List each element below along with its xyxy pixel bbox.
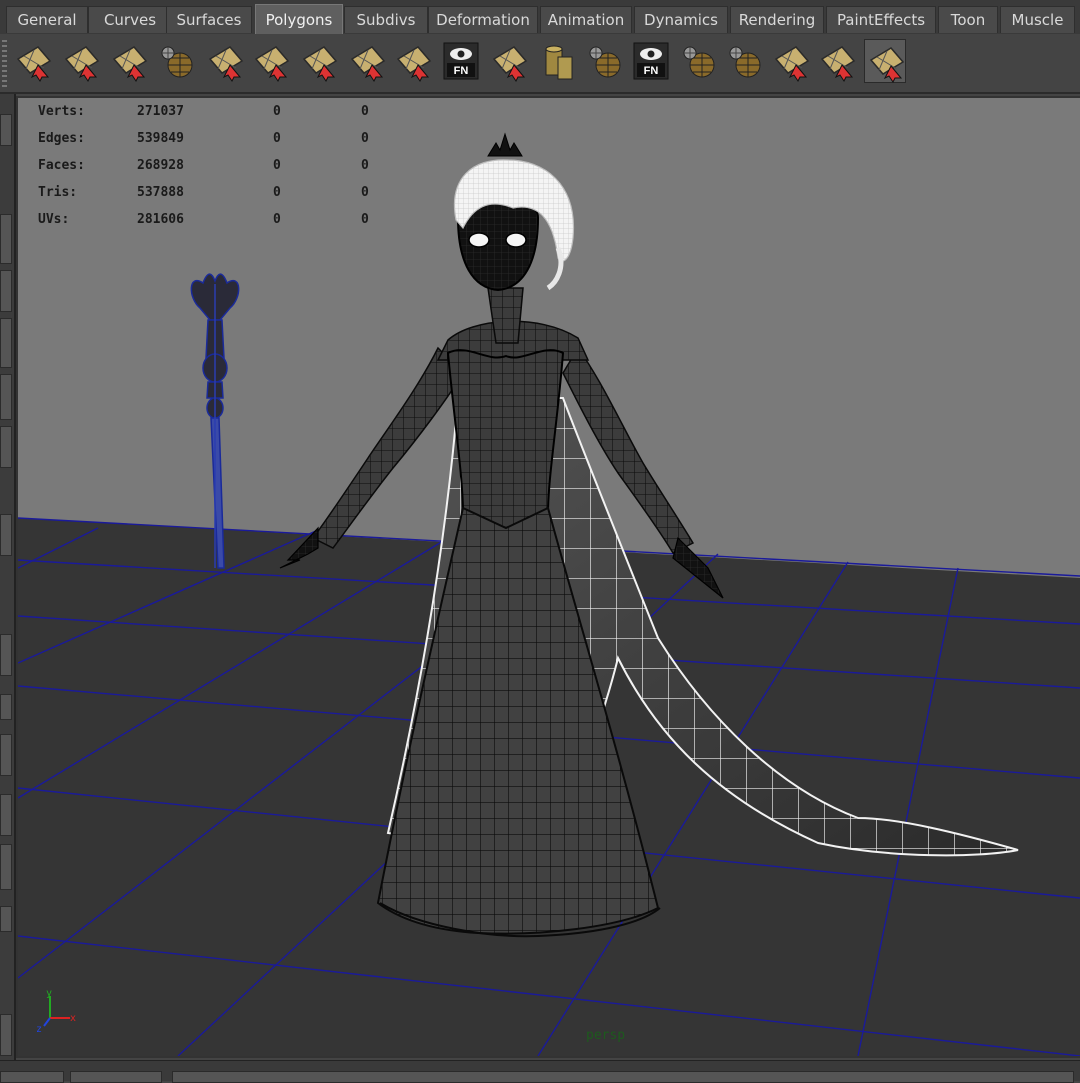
tab-toon[interactable]: Toon [938,6,998,33]
axis-label-z: z [36,1024,42,1035]
tool-button[interactable] [0,374,12,420]
hud-value: 537888 [137,185,184,200]
fn-label: FN [454,65,469,77]
select-face-arrow-icon[interactable] [204,39,246,83]
shield-sphere-icon[interactable] [724,39,766,83]
uv-layout-icon[interactable] [392,39,434,83]
tab-muscle[interactable]: Muscle [1000,6,1075,33]
tool-button[interactable] [0,1014,12,1056]
cut-faces-icon[interactable] [488,39,530,83]
hud-label: Faces: [38,158,85,173]
tool-button[interactable] [0,318,12,368]
perspective-viewport[interactable]: y x z Verts: 271037 0 0 Edges: 539849 0 0 Faces:… [18,98,1080,1056]
edit-vertex-icon[interactable] [60,39,102,83]
tool-button[interactable] [0,214,12,264]
hud-value: 271037 [137,104,184,119]
tab-subdivs[interactable]: Subdivs [344,6,428,33]
hud-sel: 0 [273,104,281,119]
pin-plane-icon[interactable] [770,39,812,83]
hud-extra: 0 [361,158,369,173]
hud-extra: 0 [361,131,369,146]
tool-button[interactable] [0,734,12,776]
fn-label: FN [644,65,659,77]
hud-sel: 0 [273,158,281,173]
shelf-grip[interactable] [2,40,7,88]
hud-label: Tris: [38,185,78,200]
tab-rendering[interactable]: Rendering [730,6,824,33]
tool-button[interactable] [0,426,12,468]
tab-painteffects[interactable]: PaintEffects [826,6,936,33]
hud-value: 539849 [137,131,184,146]
tool-button[interactable] [0,514,12,556]
pencil-plane-icon[interactable] [816,39,858,83]
hud-sel: 0 [273,185,281,200]
eye-left [468,232,490,248]
axis-label-y: y [46,988,52,999]
tool-button[interactable] [0,114,12,146]
shelf-tab-bar: General Curves Surfaces Polygons Subdivs Defo… [0,0,1080,35]
planar-map-icon[interactable] [346,39,388,83]
toolbox [0,94,16,1060]
tool-button[interactable] [0,794,12,836]
cylinder-icon[interactable] [536,39,578,83]
axis-label-x: x [70,1013,76,1024]
sphere-cube-icon[interactable] [584,39,626,83]
tab-curves[interactable]: Curves [88,6,172,33]
select-face-icon[interactable] [12,39,54,83]
bottom-field[interactable] [0,1071,64,1083]
hud-sel: 0 [273,131,281,146]
extrude-icon[interactable] [108,39,150,83]
uv-striped-icon[interactable] [250,39,292,83]
tab-deformation[interactable]: Deformation [428,6,538,33]
camera-label: persp [586,1028,626,1043]
hud-value: 281606 [137,212,184,227]
hud-value: 268928 [137,158,184,173]
sphere-grid-icon[interactable] [156,39,198,83]
eye-fn-icon[interactable]: FN [440,39,482,83]
hud-label: UVs: [38,212,70,227]
bodice-mesh[interactable] [446,349,565,530]
globe-sphere-icon[interactable] [678,39,720,83]
eye-right [505,232,527,248]
bottom-field[interactable] [172,1071,1074,1083]
tab-animation[interactable]: Animation [540,6,632,33]
select-face-icon[interactable] [864,39,906,83]
hud-extra: 0 [361,104,369,119]
hud-label: Edges: [38,131,85,146]
tool-button[interactable] [0,634,12,676]
bottom-field[interactable] [70,1071,162,1083]
tab-surfaces[interactable]: Surfaces [166,6,252,33]
eye-fn-icon[interactable]: FN [630,39,672,83]
tool-button[interactable] [0,906,12,932]
tool-button[interactable] [0,694,12,720]
hud-sel: 0 [273,212,281,227]
hud-extra: 0 [361,212,369,227]
hud-extra: 0 [361,185,369,200]
hud-label: Verts: [38,104,85,119]
tab-polygons[interactable]: Polygons [255,4,343,34]
tool-button[interactable] [0,270,12,312]
tab-dynamics[interactable]: Dynamics [634,6,728,33]
polygon-shelf: FN FN [0,34,1080,94]
tool-button[interactable] [0,844,12,890]
bottom-bar [0,1060,1080,1083]
scene-canvas[interactable]: y x z [18,98,1080,1056]
split-polygon-icon[interactable] [298,39,340,83]
tab-general[interactable]: General [6,6,88,33]
